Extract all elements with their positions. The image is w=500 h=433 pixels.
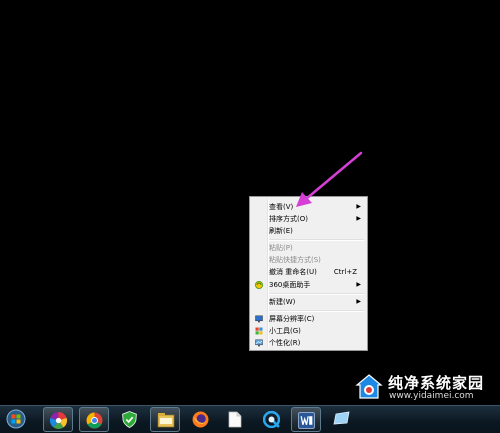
menu-item-shortcut: Ctrl+Z [333, 268, 357, 276]
qq-browser-icon [263, 411, 280, 428]
file-explorer-icon [157, 413, 175, 428]
start-button[interactable] [2, 407, 32, 432]
taskbar-app-color[interactable] [43, 407, 73, 432]
menu-item-label: 360桌面助手 [269, 281, 311, 289]
360-icon [255, 281, 263, 289]
watermark-logo-icon [355, 374, 383, 399]
word-icon [298, 412, 315, 429]
menu-item-label: 新建(W) [269, 298, 296, 306]
watermark-title: 纯净系统家园 [388, 374, 485, 392]
menu-item-screen-resolution[interactable]: 屏幕分辨率(C) [252, 313, 365, 325]
menu-item-label: 排序方式(O) [269, 215, 308, 223]
submenu-arrow-icon: ▶ [356, 281, 361, 288]
menu-item-label: 个性化(R) [269, 339, 301, 347]
chrome-icon [86, 412, 103, 429]
taskbar-app-document[interactable] [222, 407, 252, 432]
submenu-arrow-icon: ▶ [356, 203, 361, 210]
gadgets-icon [255, 327, 263, 335]
taskbar-app-window[interactable] [327, 407, 357, 432]
desktop-context-menu: 查看(V) ▶ 排序方式(O) ▶ 刷新(E) 粘贴(P) 粘贴快捷方式(S) … [249, 196, 368, 351]
menu-item-sort-by[interactable]: 排序方式(O) ▶ [252, 213, 365, 225]
menu-item-360-desktop-assistant[interactable]: 360桌面助手 ▶ [252, 279, 365, 291]
menu-item-label: 粘贴(P) [269, 244, 293, 252]
menu-separator [269, 239, 364, 241]
menu-item-paste: 粘贴(P) [252, 242, 365, 254]
taskbar [0, 405, 500, 433]
taskbar-app-security[interactable] [115, 407, 145, 432]
menu-item-refresh[interactable]: 刷新(E) [252, 225, 365, 237]
menu-item-label: 撤消 重命名(U) [269, 268, 317, 276]
submenu-arrow-icon: ▶ [356, 215, 361, 222]
menu-item-undo-rename[interactable]: 撤消 重命名(U) Ctrl+Z [252, 266, 365, 278]
menu-item-paste-shortcut: 粘贴快捷方式(S) [252, 254, 365, 266]
menu-separator [269, 310, 364, 312]
menu-item-label: 刷新(E) [269, 227, 293, 235]
start-orb-icon [6, 409, 26, 429]
taskbar-app-firefox[interactable] [186, 407, 216, 432]
menu-item-gadgets[interactable]: 小工具(G) [252, 325, 365, 337]
taskbar-app-explorer[interactable] [150, 407, 180, 432]
monitor-icon [255, 315, 263, 323]
taskbar-app-word[interactable] [291, 407, 321, 432]
personalize-icon [255, 339, 263, 347]
security-shield-icon [122, 411, 137, 428]
watermark-url: www.yidaimei.com [389, 391, 474, 401]
menu-item-view[interactable]: 查看(V) ▶ [252, 201, 365, 213]
menu-item-new[interactable]: 新建(W) ▶ [252, 296, 365, 308]
taskbar-app-qq-browser[interactable] [257, 407, 287, 432]
window-icon [333, 411, 350, 425]
menu-separator [269, 293, 364, 295]
watermark: 纯净系统家园 www.yidaimei.com [355, 373, 497, 403]
menu-item-label: 屏幕分辨率(C) [269, 315, 315, 323]
firefox-icon [192, 411, 209, 428]
document-icon [228, 411, 242, 428]
color-app-icon [50, 412, 67, 429]
submenu-arrow-icon: ▶ [356, 298, 361, 305]
menu-item-label: 粘贴快捷方式(S) [269, 256, 321, 264]
menu-item-label: 查看(V) [269, 203, 294, 211]
menu-item-personalize[interactable]: 个性化(R) [252, 337, 365, 349]
taskbar-app-chrome[interactable] [79, 407, 109, 432]
menu-item-label: 小工具(G) [269, 327, 301, 335]
